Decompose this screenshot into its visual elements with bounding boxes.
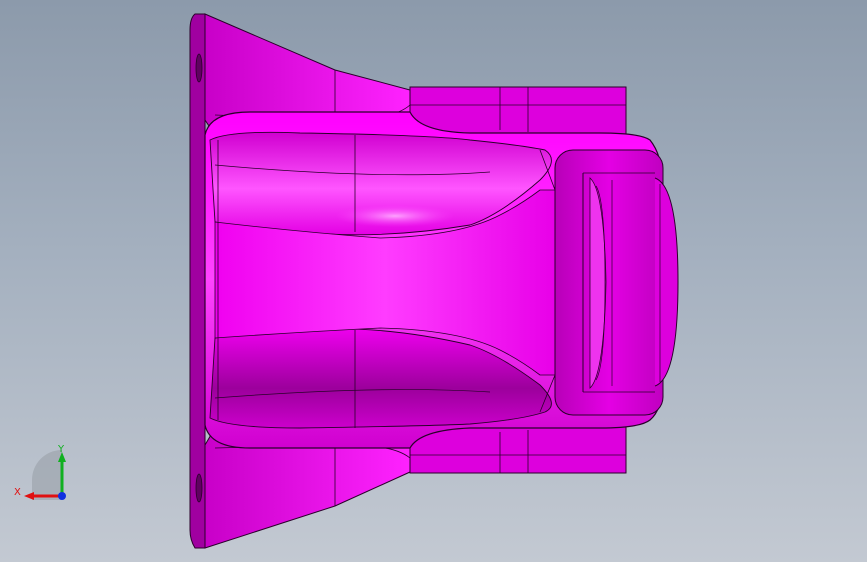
y-axis-label: Y <box>57 444 65 455</box>
orientation-triad: Y X <box>14 444 66 500</box>
back-plate-top <box>409 86 627 136</box>
end-boss <box>554 149 679 416</box>
x-axis-label: X <box>14 487 21 498</box>
part-model[interactable] <box>0 0 867 562</box>
graphics-viewport[interactable]: Y X <box>0 0 867 562</box>
back-plate-bottom <box>409 426 627 474</box>
flange-plate <box>189 13 206 549</box>
